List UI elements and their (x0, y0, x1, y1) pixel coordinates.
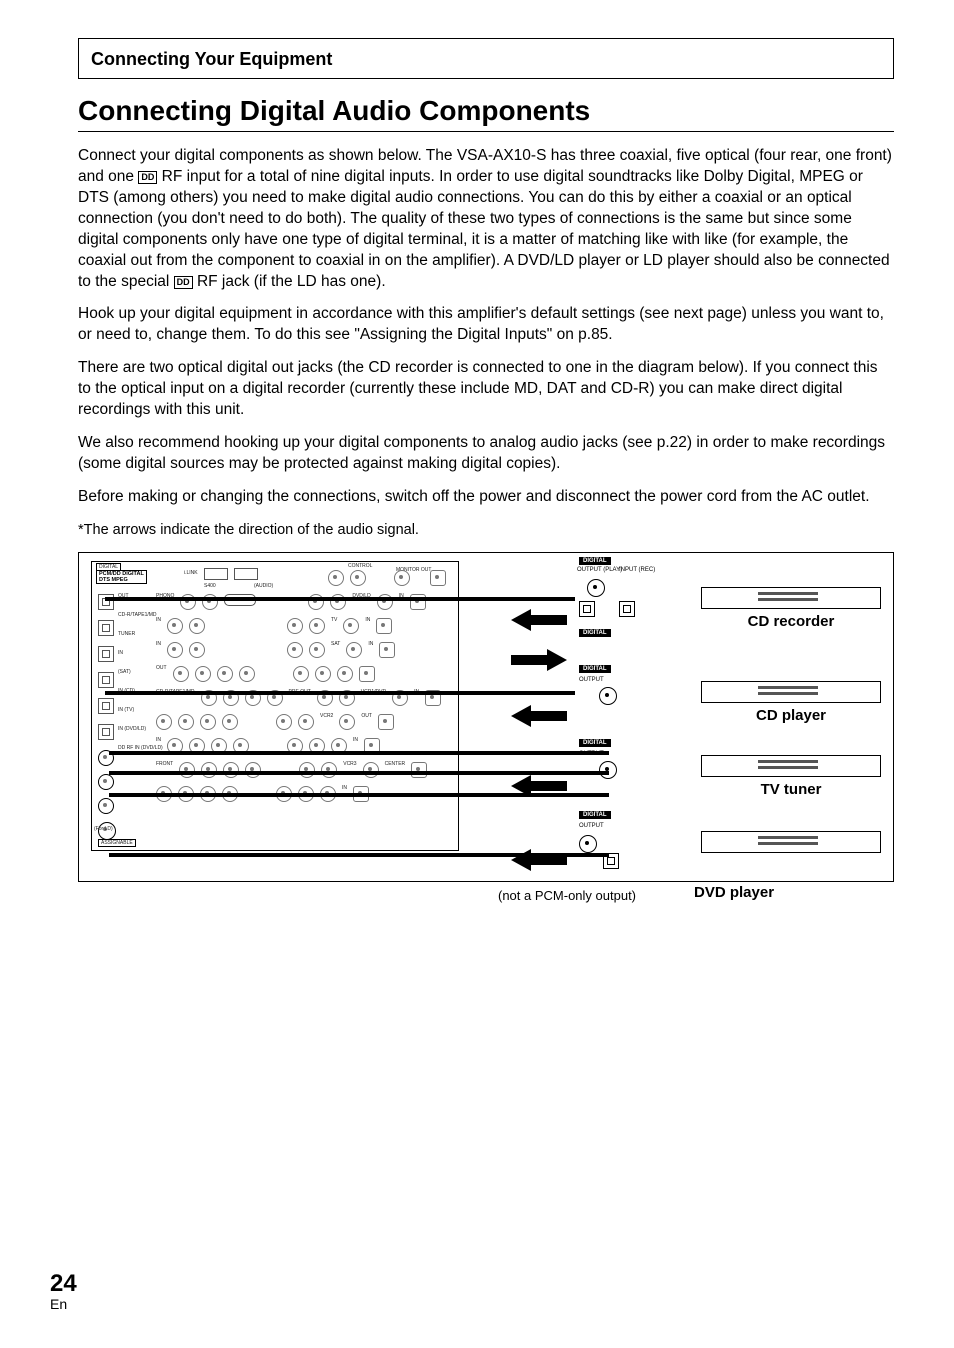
optical-jack-icon (98, 646, 114, 662)
arrow-right-icon (511, 649, 567, 671)
page-title: Connecting Digital Audio Components (78, 95, 894, 127)
coax-icon (599, 761, 617, 779)
rp-control: CONTROL (348, 564, 372, 569)
cd-recorder-label: CD recorder (701, 613, 881, 630)
device-icon (701, 681, 881, 703)
cdr-digital-tag2: DIGITAL (579, 629, 611, 637)
arrow-left-icon (511, 775, 567, 797)
device-icon (701, 755, 881, 777)
cdr-in-label: INPUT (REC) (619, 567, 655, 573)
optical-icon (619, 601, 635, 617)
cdp-out-label: OUTPUT (579, 677, 604, 683)
optical-jack-icon (98, 724, 114, 740)
rp-optical-col (98, 594, 114, 740)
rp-pcm-box: PCM/DD DIGITAL DTS MPEG (96, 570, 147, 584)
rp-assignable: ASSIGNABLE (98, 840, 136, 846)
para-1: Connect your digital components as shown… (78, 146, 894, 292)
rp-s400: S400 (204, 584, 216, 589)
coax-jack-icon (98, 774, 114, 790)
optical-icon (579, 601, 595, 617)
para-3: There are two optical digital out jacks … (78, 358, 894, 421)
coax-icon (587, 579, 605, 597)
arrows-note: *The arrows indicate the direction of th… (78, 522, 894, 538)
dvd-out-label: OUTPUT (579, 823, 604, 829)
tvt-out-label: OUTPUT (579, 751, 604, 757)
tvt-digital-tag: DIGITAL (579, 739, 611, 747)
device-icon (701, 831, 881, 853)
para-4: We also recommend hooking up your digita… (78, 433, 894, 475)
rp-ilink-label: i.LINK (184, 571, 198, 576)
cd-player-label: CD player (701, 707, 881, 724)
device-icon (701, 587, 881, 609)
para-2: Hook up your digital equipment in accord… (78, 304, 894, 346)
connection-diagram: DIGITAL PCM/DD DIGITAL DTS MPEG i.LINK S… (78, 552, 894, 882)
arrow-left-icon (511, 705, 567, 727)
cable (105, 691, 575, 695)
cdr-digital-tag: DIGITAL (579, 557, 611, 565)
tv-tuner: TV tuner (701, 755, 881, 798)
rp-audio: (AUDIO) (254, 584, 273, 589)
para-5: Before making or changing the connection… (78, 487, 894, 508)
para-1b: RF input for a total of nine digital inp… (78, 168, 890, 290)
page: Connecting Your Equipment Connecting Dig… (0, 0, 954, 1348)
cd-recorder: CD recorder (701, 587, 881, 630)
cd-player: CD player (701, 681, 881, 724)
optical-jack-icon (98, 698, 114, 714)
section-header: Connecting Your Equipment (78, 38, 894, 79)
cdr-out-label: OUTPUT (PLAY) (577, 567, 622, 573)
title-rule (78, 131, 894, 132)
rp-top-left: DIGITAL PCM/DD DIGITAL DTS MPEG (96, 564, 147, 584)
dolby-glyph-icon: DD (174, 276, 193, 289)
coax-jack-icon (98, 798, 114, 814)
dvd-player-label: DVD player (694, 884, 774, 901)
arrow-left-icon (511, 609, 567, 631)
arrow-left-icon (511, 849, 567, 871)
para-1c: RF jack (if the LD has one). (193, 273, 386, 290)
optical-jack-icon (98, 620, 114, 636)
cable (105, 597, 575, 601)
optical-icon (603, 853, 619, 869)
page-footer: 24 En (50, 1272, 77, 1312)
not-pcm-note: (not a PCM-only output) (498, 888, 636, 903)
cable (109, 751, 609, 755)
tv-tuner-label: TV tuner (701, 781, 881, 798)
dolby-glyph-icon: DD (138, 171, 157, 184)
dvd-player (701, 831, 881, 853)
page-number: 24 (50, 1272, 77, 1296)
rp-ilink: i.LINK (184, 568, 258, 580)
page-lang: En (50, 1296, 77, 1312)
section-title: Connecting Your Equipment (91, 49, 881, 70)
coax-icon (579, 835, 597, 853)
cdp-digital-tag: DIGITAL (579, 665, 611, 673)
rp-for-ld: (For LD) (94, 827, 113, 832)
amp-rear-panel: DIGITAL PCM/DD DIGITAL DTS MPEG i.LINK S… (91, 561, 459, 851)
coax-icon (599, 687, 617, 705)
rp-digital-label: DIGITAL (96, 563, 121, 570)
dvd-digital-tag: DIGITAL (579, 811, 611, 819)
optical-jack-icon (98, 672, 114, 688)
